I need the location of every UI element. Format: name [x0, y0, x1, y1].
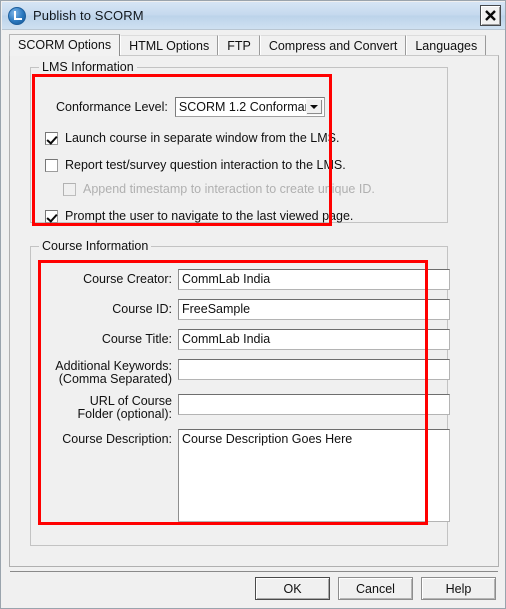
- field-label: Additional Keywords: (Comma Separated): [55, 359, 172, 386]
- field-label: Course Title:: [101, 332, 172, 346]
- dialog-button-row: OK Cancel Help: [255, 577, 496, 600]
- close-icon: [485, 10, 496, 21]
- field-label: Course Creator:: [83, 272, 172, 286]
- tab-compress-and-convert[interactable]: Compress and Convert: [259, 35, 407, 55]
- additional-keywords-input[interactable]: [178, 359, 450, 380]
- tab-languages[interactable]: Languages: [406, 35, 487, 55]
- checkbox-icon[interactable]: [45, 209, 58, 223]
- scorm-options-panel: LMS Information Conformance Level: SCORM…: [9, 55, 499, 567]
- conformance-level-row: Conformance Level: SCORM 1.2 Conformant: [56, 97, 325, 117]
- lms-information-title: LMS Information: [39, 60, 137, 74]
- lms-information-group: LMS Information Conformance Level: SCORM…: [30, 60, 448, 223]
- lectora-logo-icon: [8, 6, 26, 25]
- field-course-id: Course ID: FreeSample: [51, 299, 450, 320]
- conformance-level-label: Conformance Level:: [56, 100, 168, 114]
- checkbox-label: Append timestamp to interaction to creat…: [83, 182, 375, 196]
- course-folder-url-input[interactable]: [178, 394, 450, 415]
- checkbox-label: Prompt the user to navigate to the last …: [65, 209, 354, 223]
- checkbox-icon[interactable]: [45, 131, 58, 145]
- conformance-level-select[interactable]: SCORM 1.2 Conformant: [174, 97, 325, 117]
- field-course-title: Course Title: CommLab India: [51, 329, 450, 350]
- field-additional-keywords: Additional Keywords: (Comma Separated): [51, 359, 450, 386]
- field-course-description: Course Description: Course Description G…: [51, 429, 450, 522]
- help-button[interactable]: Help: [421, 577, 496, 600]
- window-title: Publish to SCORM: [33, 8, 144, 23]
- course-title-input[interactable]: CommLab India: [178, 329, 450, 350]
- course-creator-input[interactable]: CommLab India: [178, 269, 450, 290]
- checkbox-label: Launch course in separate window from th…: [65, 131, 340, 145]
- course-description-input[interactable]: Course Description Goes Here: [178, 429, 450, 522]
- field-course-folder-url: URL of Course Folder (optional):: [51, 394, 450, 421]
- cancel-button[interactable]: Cancel: [338, 577, 413, 600]
- checkbox-report-interaction[interactable]: Report test/survey question interaction …: [45, 158, 346, 172]
- ok-button[interactable]: OK: [255, 577, 330, 600]
- conformance-level-value: SCORM 1.2 Conformant: [178, 100, 316, 114]
- tab-html-options[interactable]: HTML Options: [120, 35, 219, 55]
- checkbox-icon: [63, 182, 76, 196]
- field-course-creator: Course Creator: CommLab India: [51, 269, 450, 290]
- course-information-group: Course Information Course Creator: CommL…: [30, 239, 450, 546]
- course-information-title: Course Information: [39, 239, 152, 253]
- tab-ftp[interactable]: FTP: [218, 35, 260, 55]
- course-id-input[interactable]: FreeSample: [178, 299, 450, 320]
- checkbox-label: Report test/survey question interaction …: [65, 158, 346, 172]
- field-label: URL of Course Folder (optional):: [77, 394, 173, 421]
- checkbox-icon[interactable]: [45, 158, 58, 172]
- chevron-down-icon[interactable]: [305, 99, 323, 115]
- publish-to-scorm-dialog: Publish to SCORM SCORM Options HTML Opti…: [0, 0, 506, 609]
- field-label: Course ID:: [112, 302, 172, 316]
- tab-scorm-options[interactable]: SCORM Options: [9, 34, 121, 56]
- title-bar: Publish to SCORM: [2, 2, 505, 30]
- field-label: Course Description:: [62, 432, 172, 446]
- checkbox-launch-separate-window[interactable]: Launch course in separate window from th…: [45, 131, 339, 145]
- checkbox-prompt-last-viewed-page[interactable]: Prompt the user to navigate to the last …: [45, 209, 353, 223]
- footer-separator: [10, 571, 498, 572]
- checkbox-append-timestamp: Append timestamp to interaction to creat…: [63, 182, 375, 196]
- close-button[interactable]: [480, 5, 501, 26]
- tab-strip: SCORM Options HTML Options FTP Compress …: [9, 34, 499, 56]
